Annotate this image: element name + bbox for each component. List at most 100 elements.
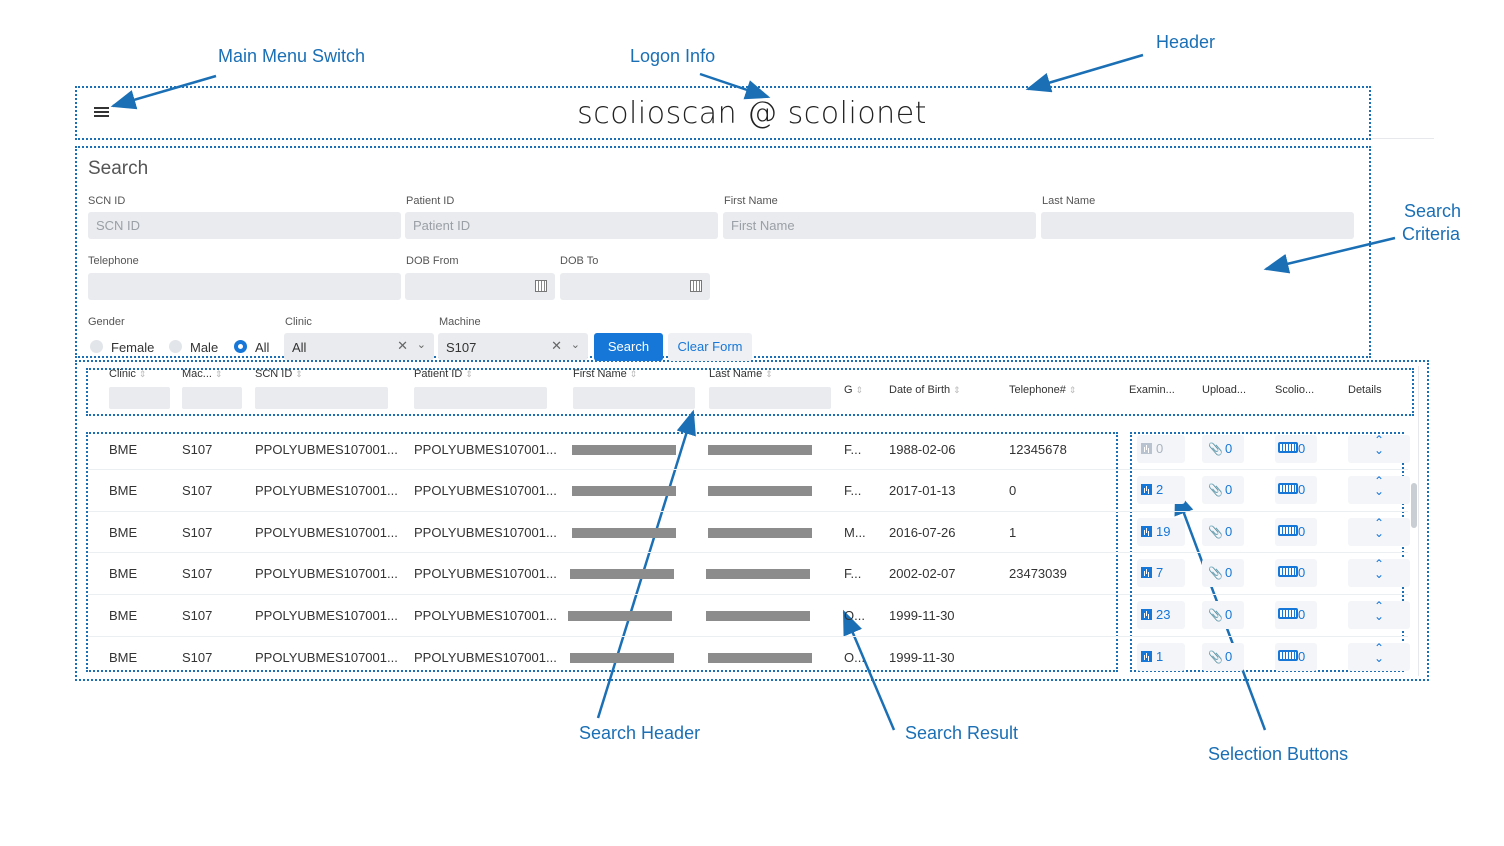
examinations-button[interactable]: 7 (1137, 559, 1185, 587)
telephone-input[interactable] (88, 273, 401, 300)
calendar-icon[interactable] (690, 280, 702, 292)
scolio-button[interactable]: 0 (1275, 643, 1317, 671)
column-header-label: Clinic (109, 368, 136, 380)
app-title: scolioscan @ scolionet (577, 96, 927, 131)
column-header-scn-id[interactable]: SCN ID ⇕ (255, 368, 303, 380)
cell-scn-id: PPOLYUBMES107001... (255, 525, 398, 540)
cell-scn-id: PPOLYUBMES107001... (255, 650, 398, 665)
column-header-patient-id[interactable]: Patient ID ⇕ (414, 368, 473, 380)
patient-id-input[interactable]: Patient ID (405, 212, 718, 239)
scn-id-label: SCN ID (88, 195, 126, 207)
examinations-button[interactable]: 23 (1137, 601, 1185, 629)
filter-last-name-input[interactable] (709, 387, 831, 409)
cell-machine: S107 (182, 608, 213, 623)
telephone-label: Telephone (88, 255, 139, 267)
clear-form-button[interactable]: Clear Form (668, 333, 752, 361)
filter-scn-id-input[interactable] (255, 387, 388, 409)
uploads-button[interactable]: 📎 0 (1202, 476, 1244, 504)
uploads-button[interactable]: 📎 0 (1202, 601, 1244, 629)
gender-radio-female[interactable] (90, 340, 103, 353)
details-toggle[interactable]: ⌃ ⌄ (1348, 558, 1410, 587)
examinations-button[interactable]: 2 (1137, 476, 1185, 504)
scolio-button[interactable]: 0 (1275, 518, 1317, 546)
uploads-button[interactable]: 📎 0 (1202, 518, 1244, 546)
last-name-input[interactable] (1041, 212, 1354, 239)
scolio-button[interactable]: 0 (1275, 435, 1317, 463)
clinic-select[interactable]: All ✕ ⌄ (284, 333, 434, 360)
sort-icon[interactable]: ⇕ (765, 369, 773, 379)
sort-icon[interactable]: ⇕ (953, 385, 961, 395)
examinations-button[interactable]: 1 (1137, 643, 1185, 671)
column-header-dob[interactable]: Date of Birth ⇕ (889, 384, 961, 396)
cell-telephone: 23473039 (1009, 566, 1067, 581)
ruler-icon (1278, 566, 1298, 577)
sort-icon[interactable]: ⇕ (465, 369, 473, 379)
cell-machine: S107 (182, 483, 213, 498)
scolio-button[interactable]: 0 (1275, 601, 1317, 629)
column-header-label: Date of Birth (889, 384, 951, 396)
sort-icon[interactable]: ⇕ (856, 385, 864, 395)
filter-patient-id-input[interactable] (414, 387, 547, 409)
cell-scn-id: PPOLYUBMES107001... (255, 566, 398, 581)
column-header-clinic[interactable]: Clinic ⇕ (109, 368, 146, 380)
sort-icon[interactable]: ⇕ (630, 369, 638, 379)
scolio-button[interactable]: 0 (1275, 559, 1317, 587)
callout-selection-buttons: Selection Buttons (1208, 744, 1349, 764)
gender-radio-all[interactable] (234, 340, 247, 353)
examinations-count: 0 (1156, 441, 1164, 456)
examinations-button[interactable]: 0 (1137, 435, 1185, 463)
machine-select[interactable]: S107 ✕ ⌄ (438, 333, 588, 360)
column-header-machine[interactable]: Mac... ⇕ (182, 368, 223, 380)
chevron-up-down-icon: ⌃ ⌄ (1373, 516, 1385, 540)
cell-scn-id: PPOLYUBMES107001... (255, 442, 398, 457)
details-toggle[interactable]: ⌃ ⌄ (1348, 434, 1410, 463)
filter-first-name-input[interactable] (573, 387, 695, 409)
chevron-down-icon[interactable]: ⌄ (417, 338, 426, 351)
uploads-button[interactable]: 📎 0 (1202, 643, 1244, 671)
details-toggle[interactable]: ⌃ ⌄ (1348, 641, 1410, 671)
sort-icon[interactable]: ⇕ (215, 369, 223, 379)
search-button[interactable]: Search (594, 333, 663, 361)
row-divider (88, 511, 1408, 512)
chevron-down-icon[interactable]: ⌄ (571, 338, 580, 351)
dob-from-input[interactable] (405, 273, 555, 300)
clear-icon[interactable]: ✕ (397, 338, 408, 354)
filter-machine-input[interactable] (182, 387, 242, 409)
sort-icon[interactable]: ⇕ (1069, 385, 1077, 395)
details-toggle[interactable]: ⌃ ⌄ (1348, 516, 1410, 546)
column-header-first-name[interactable]: First Name ⇕ (573, 368, 637, 380)
uploads-button[interactable]: 📎 0 (1202, 559, 1244, 587)
search-title: Search (88, 158, 149, 179)
dob-to-input[interactable] (560, 273, 710, 300)
header-divider (1372, 138, 1434, 139)
cell-clinic: BME (109, 525, 138, 540)
details-toggle[interactable]: ⌃ ⌄ (1348, 600, 1410, 629)
sort-icon[interactable]: ⇕ (139, 369, 147, 379)
examinations-button[interactable]: 19 (1137, 518, 1185, 546)
ruler-icon (1278, 525, 1298, 536)
gender-radio-male[interactable] (169, 340, 182, 353)
filter-clinic-input[interactable] (109, 387, 170, 409)
column-header-gender[interactable]: G ⇕ (844, 384, 863, 396)
redacted-last-name (706, 569, 810, 579)
clear-icon[interactable]: ✕ (551, 338, 562, 354)
uploads-button[interactable]: 📎 0 (1202, 435, 1244, 463)
redacted-last-name (708, 445, 812, 455)
scn-id-input[interactable]: SCN ID (88, 212, 401, 239)
cell-gender: M... (844, 525, 866, 540)
cell-dob: 2017-01-13 (889, 483, 956, 498)
sort-icon[interactable]: ⇕ (295, 369, 303, 379)
column-header-last-name[interactable]: Last Name ⇕ (709, 368, 773, 380)
vertical-scrollbar[interactable] (1411, 483, 1417, 528)
column-header-telephone[interactable]: Telephone# ⇕ (1009, 384, 1076, 396)
scolio-button[interactable]: 0 (1275, 476, 1317, 504)
gender-male-label: Male (190, 340, 219, 355)
first-name-input[interactable]: First Name (723, 212, 1036, 239)
redacted-last-name (708, 653, 812, 663)
calendar-icon[interactable] (535, 280, 547, 292)
bar-chart-icon (1141, 651, 1152, 662)
details-toggle[interactable]: ⌃ ⌄ (1348, 475, 1410, 504)
chevron-up-down-icon: ⌃ ⌄ (1373, 641, 1385, 665)
machine-select-value: S107 (446, 340, 477, 355)
redacted-last-name (708, 528, 812, 538)
